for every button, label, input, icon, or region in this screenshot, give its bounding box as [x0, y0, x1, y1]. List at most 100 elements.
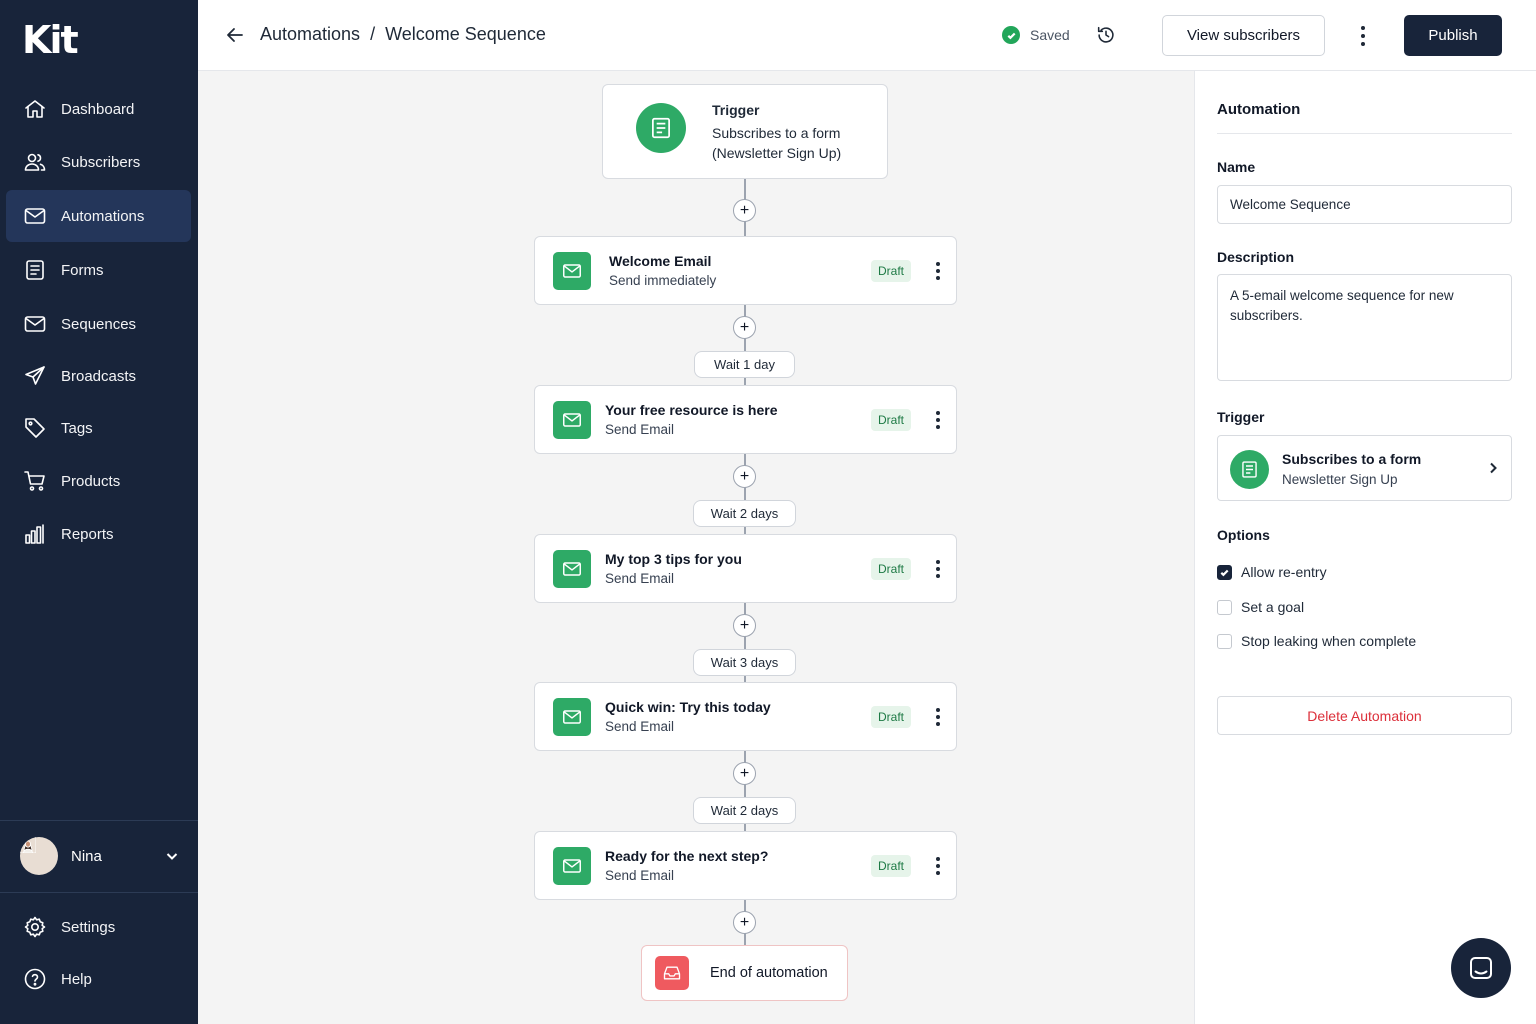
sidebar-item-tags[interactable]: Tags — [6, 402, 191, 454]
sidebar-item-sequences[interactable]: Sequences — [6, 298, 191, 350]
wait-step[interactable]: Wait 3 days — [693, 649, 796, 676]
trigger-selector[interactable]: Subscribes to a form Newsletter Sign Up — [1217, 435, 1512, 501]
status-badge: Draft — [871, 260, 912, 282]
trigger-selector-form: Newsletter Sign Up — [1282, 472, 1398, 487]
email-title: Welcome Email — [609, 253, 712, 269]
sidebar-item-automations[interactable]: Automations — [6, 190, 191, 242]
envelope-icon — [553, 550, 591, 588]
sidebar-item-help[interactable]: Help — [6, 953, 191, 1005]
email-step-card[interactable]: Quick win: Try this today Send Email Dra… — [534, 682, 957, 751]
check-circle-icon — [1002, 26, 1020, 44]
add-step-button[interactable]: + — [733, 911, 756, 934]
chevron-down-icon — [166, 853, 178, 860]
email-options-button[interactable] — [931, 854, 945, 878]
avatar-portrait-icon — [20, 837, 37, 854]
kebab-dot-icon — [936, 722, 940, 726]
add-step-button[interactable]: + — [733, 199, 756, 222]
option-set-goal[interactable]: Set a goal — [1217, 599, 1304, 615]
kebab-dot-icon — [936, 857, 940, 861]
add-step-button[interactable]: + — [733, 614, 756, 637]
email-subtitle: Send Email — [605, 571, 675, 586]
more-options-button[interactable] — [1352, 22, 1374, 50]
breadcrumb-automations-link[interactable]: Automations — [260, 24, 360, 45]
add-step-button[interactable]: + — [733, 465, 756, 488]
options-label: Options — [1217, 527, 1270, 543]
email-options-button[interactable] — [931, 408, 945, 432]
chevron-right-icon — [1490, 462, 1497, 474]
checkbox-unchecked[interactable] — [1217, 633, 1232, 649]
back-button[interactable] — [224, 24, 246, 46]
breadcrumb: Automations / Welcome Sequence — [260, 24, 546, 45]
kebab-dot-icon — [1361, 26, 1365, 30]
sidebar-item-subscribers[interactable]: Subscribers — [6, 136, 191, 188]
kebab-dot-icon — [936, 708, 940, 712]
envelope-icon — [24, 316, 46, 332]
wait-step[interactable]: Wait 2 days — [693, 500, 796, 527]
checkbox-unchecked[interactable] — [1217, 599, 1232, 615]
email-title: My top 3 tips for you — [605, 551, 742, 567]
description-input[interactable]: A 5-email welcome sequence for new subsc… — [1217, 274, 1512, 381]
history-icon — [1097, 26, 1114, 43]
sidebar-item-label: Broadcasts — [61, 367, 137, 385]
sidebar-item-dashboard[interactable]: Dashboard — [6, 83, 191, 135]
email-step-card[interactable]: My top 3 tips for you Send Email Draft — [534, 534, 957, 603]
envelope-icon — [553, 847, 591, 885]
email-options-button[interactable] — [931, 259, 945, 283]
name-label: Name — [1217, 159, 1256, 175]
breadcrumb-current: Welcome Sequence — [385, 24, 546, 44]
status-badge: Draft — [871, 409, 912, 431]
form-icon — [636, 103, 686, 153]
bar-chart-icon — [25, 524, 44, 544]
trigger-label: Trigger — [1217, 409, 1265, 425]
end-of-automation-card: End of automation — [641, 945, 848, 1001]
option-allow-reentry[interactable]: Allow re-entry — [1217, 564, 1327, 580]
email-step-card[interactable]: Your free resource is here Send Email Dr… — [534, 385, 957, 454]
end-of-automation-label: End of automation — [710, 965, 828, 981]
tag-icon — [25, 418, 45, 438]
form-icon — [1230, 450, 1269, 489]
sidebar-item-forms[interactable]: Forms — [6, 244, 191, 296]
user-menu[interactable]: Nina — [20, 836, 180, 876]
kebab-dot-icon — [936, 269, 940, 273]
option-stop-when-complete[interactable]: Stop leaking when complete — [1217, 633, 1416, 649]
send-icon — [25, 366, 45, 385]
email-options-button[interactable] — [931, 705, 945, 729]
trigger-description: Subscribes to a form — [712, 125, 841, 141]
view-subscribers-button[interactable]: View subscribers — [1162, 15, 1325, 56]
email-options-button[interactable] — [931, 557, 945, 581]
kebab-dot-icon — [936, 864, 940, 868]
sidebar-item-settings[interactable]: Settings — [6, 901, 191, 953]
status-badge: Draft — [871, 558, 912, 580]
name-input[interactable] — [1217, 185, 1512, 224]
history-button[interactable] — [1095, 24, 1119, 48]
sidebar-item-reports[interactable]: Reports — [6, 508, 191, 560]
mail-automation-icon — [24, 208, 46, 224]
add-step-button[interactable]: + — [733, 316, 756, 339]
email-step-card[interactable]: Ready for the next step? Send Email Draf… — [534, 831, 957, 900]
form-icon — [26, 260, 44, 280]
envelope-icon — [553, 252, 591, 290]
trigger-card[interactable]: Trigger Subscribes to a form (Newsletter… — [602, 84, 888, 179]
description-label: Description — [1217, 249, 1295, 265]
sidebar-item-broadcasts[interactable]: Broadcasts — [6, 350, 191, 402]
checkbox-checked[interactable] — [1217, 564, 1232, 580]
save-status: Saved — [1002, 26, 1070, 44]
kebab-dot-icon — [936, 574, 940, 578]
wait-step[interactable]: Wait 1 day — [694, 351, 795, 378]
kebab-dot-icon — [936, 276, 940, 280]
add-step-button[interactable]: + — [733, 762, 756, 785]
chat-support-button[interactable] — [1451, 938, 1511, 998]
home-icon — [25, 100, 45, 118]
email-step-card[interactable]: Welcome Email Send immediately Draft — [534, 236, 957, 305]
kebab-dot-icon — [936, 262, 940, 266]
sidebar-item-label: Products — [61, 472, 121, 490]
sidebar-item-products[interactable]: Products — [6, 455, 191, 507]
cart-icon — [24, 471, 45, 491]
delete-automation-button[interactable]: Delete Automation — [1217, 696, 1512, 735]
wait-step[interactable]: Wait 2 days — [693, 797, 796, 824]
kit-logo[interactable]: Kit — [22, 18, 79, 62]
gear-icon — [24, 916, 46, 938]
email-subtitle: Send immediately — [609, 273, 717, 288]
option-label: Set a goal — [1241, 599, 1305, 615]
publish-button[interactable]: Publish — [1404, 15, 1502, 56]
